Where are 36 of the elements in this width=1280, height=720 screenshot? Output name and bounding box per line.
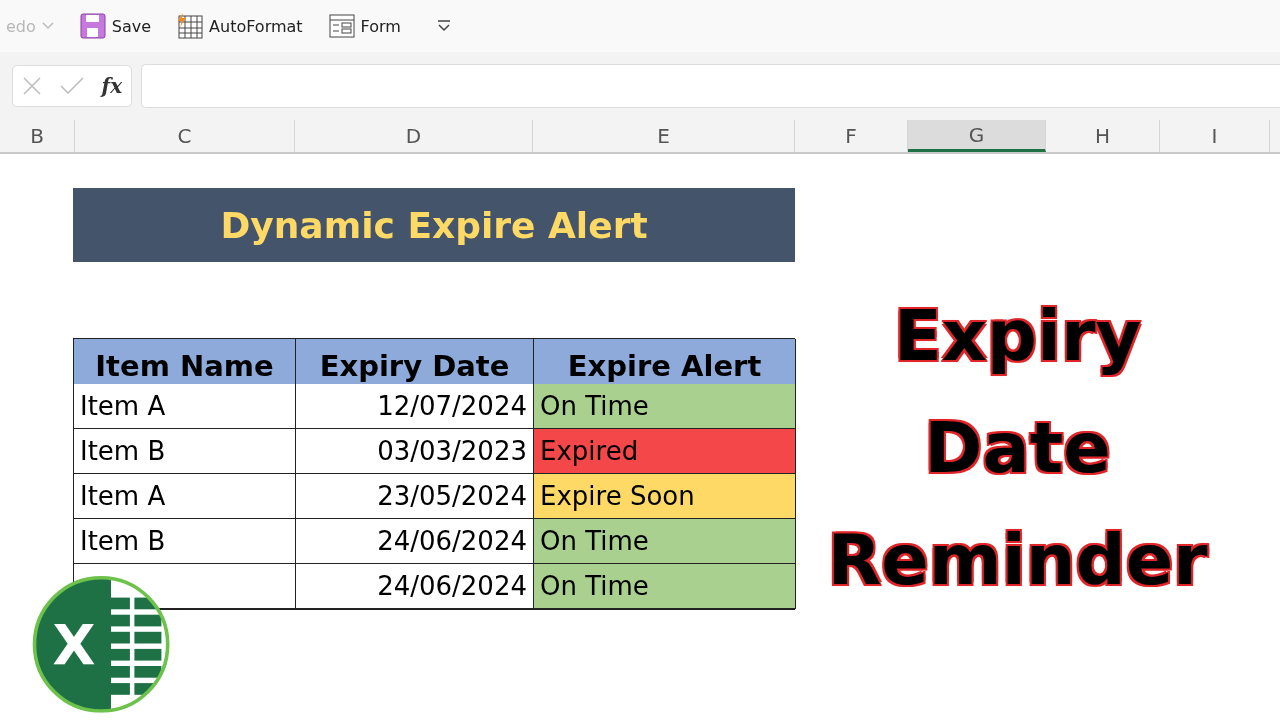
cancel-icon[interactable] (21, 76, 42, 96)
table-lightning-icon (177, 13, 204, 39)
column-header[interactable]: E (533, 120, 795, 152)
form-icon (328, 14, 355, 38)
status-cell: Expired (534, 429, 796, 474)
banner-title: Dynamic Expire Alert (73, 188, 795, 262)
table-cell: 23/05/2024 (296, 474, 534, 519)
column-header[interactable]: I (1160, 120, 1270, 152)
toolbar-button[interactable]: Form (328, 14, 401, 38)
table-cell: 03/03/2023 (296, 429, 534, 474)
headline-text: Date (924, 406, 1111, 491)
status-cell: On Time (534, 564, 796, 609)
check-icon[interactable] (59, 77, 84, 95)
chevron-down-icon (41, 22, 54, 30)
column-header[interactable]: D (295, 120, 533, 152)
table-cell: 24/06/2024 (296, 564, 534, 609)
headline-text: Expiry (893, 294, 1142, 379)
table-cell: Item B (74, 519, 296, 564)
column-header[interactable]: G (908, 120, 1046, 152)
status-cell: On Time (534, 384, 796, 429)
headline-text: Reminder (827, 518, 1208, 603)
table-cell: Item A (74, 474, 296, 519)
toolbar-button[interactable]: Save (79, 13, 152, 39)
column-header[interactable]: C (75, 120, 295, 152)
table-cell: 12/07/2024 (296, 384, 534, 429)
status-cell: On Time (534, 519, 796, 564)
table-cell: Item A (74, 384, 296, 429)
table-cell: Item B (74, 429, 296, 474)
toolbar-button[interactable]: AutoFormat (177, 13, 303, 39)
column-header[interactable]: H (1046, 120, 1160, 152)
column-header[interactable]: B (0, 120, 75, 152)
insert-function-button[interactable]: fx (101, 74, 123, 98)
status-cell: Expire Soon (534, 474, 796, 519)
table-cell: 24/06/2024 (296, 519, 534, 564)
customize-toolbar-icon[interactable] (436, 20, 451, 32)
formula-input[interactable] (141, 64, 1280, 108)
